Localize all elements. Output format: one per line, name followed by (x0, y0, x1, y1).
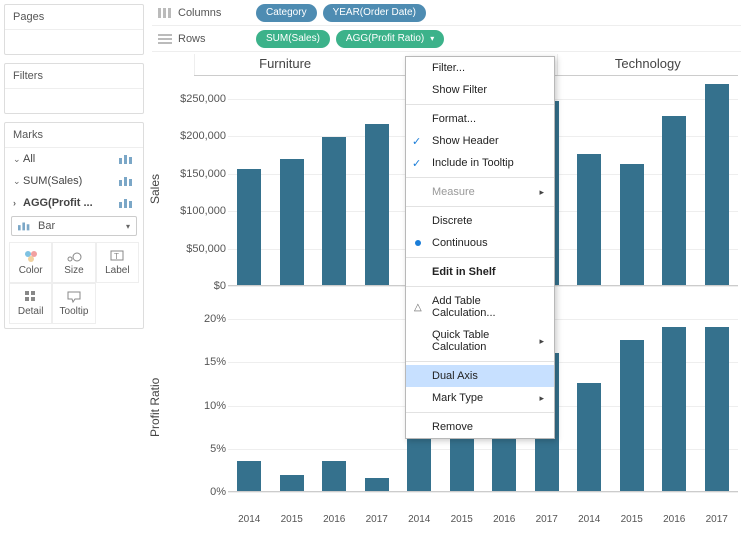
chevron-down-icon: ⌄ (13, 176, 23, 187)
menu-item[interactable]: Show Filter (406, 79, 554, 101)
menu-item: Measure▸ (406, 181, 554, 203)
menu-item[interactable]: Dual Axis (406, 365, 554, 387)
bar[interactable] (662, 327, 686, 491)
bar[interactable] (705, 327, 729, 491)
rows-label: Rows (178, 33, 206, 45)
columns-icon (158, 8, 172, 18)
bars-icon (18, 221, 32, 231)
chevron-down-icon: ▾ (430, 34, 434, 43)
bars-icon (119, 176, 135, 186)
detail-icon (22, 290, 40, 304)
bar[interactable] (620, 164, 644, 286)
chevron-down-icon: ⌄ (13, 154, 23, 165)
menu-item[interactable]: Discrete (406, 210, 554, 232)
menu-item[interactable]: Continuous (406, 232, 554, 254)
label-button[interactable]: T Label (96, 242, 139, 283)
menu-item[interactable]: Remove (406, 416, 554, 438)
marks-profit-label: AGG(Profit ... (23, 197, 93, 209)
tooltip-icon (65, 290, 83, 304)
axis-title-profit-ratio: Profit Ratio (148, 302, 162, 512)
rows-icon (158, 34, 172, 44)
menu-item[interactable]: Quick Table Calculation▸ (406, 324, 554, 358)
mark-type-dropdown[interactable]: Bar ▾ (11, 216, 137, 236)
bar[interactable] (577, 383, 601, 491)
chevron-down-icon: ▾ (126, 222, 130, 231)
filters-card: Filters (4, 63, 144, 114)
y-ticks-profit-ratio: 0%5%10%15%20% (162, 302, 226, 492)
menu-item[interactable]: ✓Show Header (406, 130, 554, 152)
bar[interactable] (662, 116, 686, 285)
columns-shelf[interactable]: Columns Category YEAR(Order Date) (152, 0, 741, 26)
columns-label: Columns (178, 7, 221, 19)
pill-sum-sales[interactable]: SUM(Sales) (256, 30, 330, 48)
bar[interactable] (322, 137, 346, 286)
main: Columns Category YEAR(Order Date) Rows S… (152, 0, 741, 52)
mark-type-label: Bar (38, 220, 55, 232)
bars-icon (119, 198, 135, 208)
pages-title: Pages (5, 5, 143, 30)
pill-category[interactable]: Category (256, 4, 317, 22)
marks-agg-profit[interactable]: › AGG(Profit ... (5, 192, 143, 214)
x-labels: 2014201520162017201420152016201720142015… (228, 514, 738, 530)
marks-sales-label: SUM(Sales) (23, 175, 82, 187)
bars-icon (119, 154, 135, 164)
bar[interactable] (322, 461, 346, 491)
detail-button[interactable]: Detail (9, 283, 52, 324)
marks-all[interactable]: ⌄ All (5, 148, 143, 170)
size-button[interactable]: Size (52, 242, 95, 283)
pill-agg-profit[interactable]: AGG(Profit Ratio)▾ (336, 30, 444, 48)
context-menu: Filter...Show Filter Format...✓Show Heade… (405, 56, 555, 439)
menu-item[interactable]: ✓Include in Tooltip (406, 152, 554, 174)
bar[interactable] (280, 475, 304, 491)
marks-sum-sales[interactable]: ⌄ SUM(Sales) (5, 170, 143, 192)
y-ticks-sales: $0$50,000$100,000$150,000$200,000$250,00… (162, 76, 226, 286)
bar[interactable] (237, 169, 261, 285)
bar[interactable] (620, 340, 644, 491)
menu-item[interactable]: Filter... (406, 57, 554, 79)
menu-item[interactable]: Mark Type▸ (406, 387, 554, 409)
label-icon: T (108, 249, 126, 263)
marks-title: Marks (5, 123, 143, 148)
bar[interactable] (237, 461, 261, 491)
size-icon (65, 249, 83, 263)
chevron-right-icon: › (13, 198, 23, 208)
facet-technology: Technology (557, 54, 738, 75)
pages-card: Pages (4, 4, 144, 55)
tooltip-button[interactable]: Tooltip (52, 283, 95, 324)
color-button[interactable]: Color (9, 242, 52, 283)
bar[interactable] (365, 478, 389, 491)
rows-shelf[interactable]: Rows SUM(Sales) AGG(Profit Ratio)▾ (152, 26, 741, 52)
sidebar: Pages Filters Marks ⌄ All ⌄ SUM(Sales) ›… (0, 0, 148, 341)
bar[interactable] (577, 154, 601, 285)
menu-item[interactable]: Edit in Shelf (406, 261, 554, 283)
menu-item[interactable]: △Add Table Calculation... (406, 290, 554, 324)
filters-title: Filters (5, 64, 143, 89)
bar[interactable] (280, 159, 304, 285)
color-icon (22, 249, 40, 263)
svg-text:T: T (114, 252, 119, 261)
axis-title-sales: Sales (148, 76, 162, 302)
facet-furniture: Furniture (194, 54, 375, 75)
marks-card: Marks ⌄ All ⌄ SUM(Sales) › AGG(Profit ..… (4, 122, 144, 329)
bar[interactable] (365, 124, 389, 285)
marks-all-label: All (23, 153, 35, 165)
pill-year[interactable]: YEAR(Order Date) (323, 4, 426, 22)
menu-item[interactable]: Format... (406, 108, 554, 130)
bar[interactable] (705, 84, 729, 285)
